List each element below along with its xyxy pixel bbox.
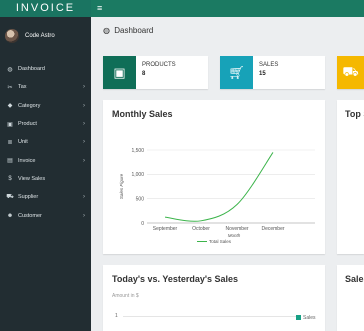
- chevron-right-icon: ›: [83, 121, 85, 128]
- avatar: [5, 29, 19, 43]
- x-tick-label: October: [192, 226, 210, 232]
- tools-icon: ✂: [7, 84, 13, 91]
- sidebar-item-product[interactable]: ▣ Product ›: [0, 115, 91, 133]
- sidebar-item-invoice[interactable]: ▤ Invoice ›: [0, 151, 91, 169]
- info-box-number: 15: [259, 71, 266, 77]
- y-tick-label: 500: [136, 196, 145, 202]
- x-axis-label: Month: [228, 233, 241, 238]
- info-box-products[interactable]: ▣ PRODUCTS 8: [103, 56, 208, 89]
- chevron-right-icon: ›: [83, 139, 85, 146]
- sidebar-item-label: Invoice: [18, 157, 36, 164]
- x-tick-label: November: [225, 226, 248, 232]
- truck-icon: ⛟: [6, 194, 14, 201]
- info-box-sales[interactable]: 🛒︎ SALES 15: [220, 56, 325, 89]
- info-box-suppliers[interactable]: ⛟: [337, 56, 364, 89]
- cube-icon: ▣: [7, 121, 13, 128]
- top-navbar: ≡: [91, 0, 364, 17]
- users-icon: ☻: [6, 212, 14, 219]
- breadcrumb: ◍ Dashboard: [103, 26, 153, 35]
- info-box-label: PRODUCTS: [142, 62, 176, 68]
- legend-label: Sales: [303, 315, 316, 321]
- tag-icon: ◆: [7, 103, 13, 110]
- sidebar-item-supplier[interactable]: ⛟ Supplier ›: [0, 188, 91, 206]
- card-title: Top S: [345, 109, 364, 119]
- top-selling-card: Top S: [337, 100, 364, 254]
- x-tick-label: December: [261, 226, 284, 232]
- chevron-right-icon: ›: [83, 102, 85, 109]
- y-tick-label: 1,000: [131, 172, 144, 178]
- y-tick-label: 0: [141, 221, 144, 227]
- file-icon: ▤: [7, 158, 13, 165]
- y-tick-label: 1: [115, 313, 118, 319]
- sidebar-item-label: Supplier: [18, 194, 39, 201]
- grid-line: [123, 316, 298, 317]
- sidebar-item-tax[interactable]: ✂ Tax ›: [0, 78, 91, 96]
- dashboard-icon: ◍: [7, 66, 13, 73]
- info-box-label: SALES: [259, 62, 279, 68]
- today-vs-yesterday-card: Today's vs. Yesterday's Sales Amount in …: [103, 265, 325, 331]
- sidebar-item-label: Product: [18, 121, 37, 128]
- series-line-total-sales: [164, 152, 274, 222]
- cube-icon: ▣: [103, 56, 136, 89]
- sales-card: Sales: [337, 265, 364, 331]
- card-title: Today's vs. Yesterday's Sales: [112, 274, 239, 284]
- y-axis-label: Sales Figure: [119, 173, 124, 199]
- cart-icon: 🛒︎: [220, 56, 253, 89]
- sidebar-item-label: Category: [18, 102, 41, 109]
- legend-label: Total Sales: [209, 239, 232, 244]
- sidebar-item-category[interactable]: ◆ Category ›: [0, 97, 91, 115]
- dashboard-icon: ◍: [103, 26, 110, 35]
- amount-axis-label: Amount in $: [112, 293, 139, 299]
- sidebar-menu: ◍ Dashboard ✂ Tax › ◆ Category › ▣ Product › ≣ Unit ›…: [0, 60, 91, 225]
- chevron-right-icon: ›: [83, 84, 85, 91]
- sidebar-item-label: Dashboard: [18, 66, 45, 73]
- monthly-sales-chart: 0 500 1,000 1,500 September October November De…: [119, 148, 315, 244]
- sidebar-item-unit[interactable]: ≣ Unit ›: [0, 133, 91, 151]
- dollar-icon: $: [8, 175, 12, 182]
- truck-icon: ⛟: [337, 56, 364, 89]
- page-title: Dashboard: [114, 26, 154, 35]
- sidebar-item-dashboard[interactable]: ◍ Dashboard: [0, 60, 91, 78]
- chevron-right-icon: ›: [83, 212, 85, 219]
- y-tick-label: 1,500: [131, 148, 144, 154]
- brand-logo[interactable]: INVOICE: [0, 0, 91, 17]
- menu-toggle-icon[interactable]: ≡: [97, 4, 102, 13]
- legend-swatch: [296, 315, 301, 320]
- list-icon: ≣: [7, 139, 13, 146]
- card-title: Sales: [345, 274, 364, 284]
- user-name: Code Astro: [25, 33, 55, 39]
- sidebar-item-label: Customer: [18, 212, 42, 219]
- sidebar-item-view-sales[interactable]: $ View Sales: [0, 170, 91, 188]
- monthly-sales-card: Monthly Sales 0 500 1,000 1,500 September Oct…: [103, 100, 325, 254]
- sidebar-item-label: Tax: [18, 84, 27, 91]
- chevron-right-icon: ›: [83, 194, 85, 201]
- chevron-right-icon: ›: [83, 157, 85, 164]
- sidebar-item-customer[interactable]: ☻ Customer ›: [0, 206, 91, 224]
- sidebar: INVOICE Code Astro ◍ Dashboard ✂ Tax › ◆ Categ…: [0, 0, 91, 331]
- sidebar-item-label: View Sales: [18, 175, 46, 182]
- x-tick-label: September: [153, 226, 178, 232]
- user-panel: Code Astro: [0, 17, 91, 55]
- info-box-number: 8: [142, 71, 146, 77]
- sidebar-item-label: Unit: [18, 139, 28, 146]
